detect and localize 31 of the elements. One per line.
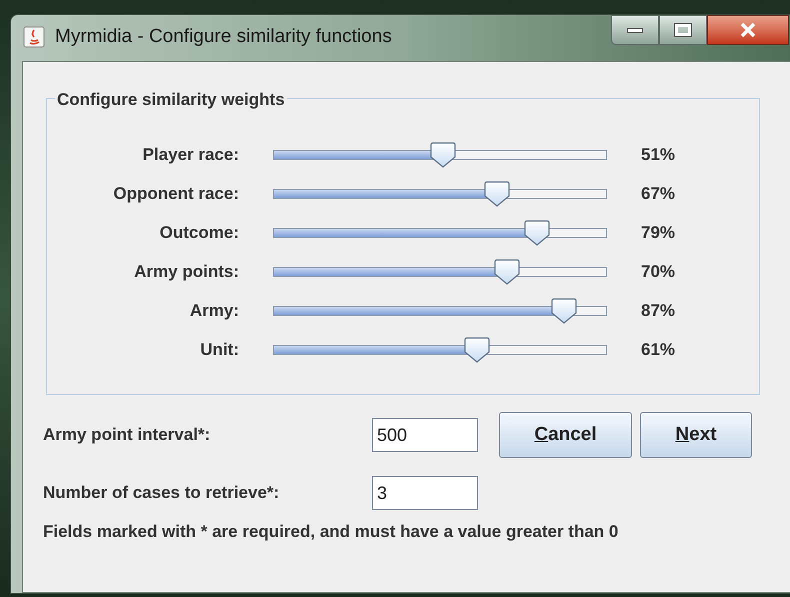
slider-label: Opponent race: bbox=[112, 182, 239, 205]
slider-label: Army points: bbox=[133, 260, 239, 283]
slider-value: 67% bbox=[641, 182, 676, 205]
required-note: Fields marked with * are required, and must have a value greater than 0 bbox=[43, 521, 620, 543]
slider-value: 79% bbox=[641, 222, 676, 244]
dialog-button[interactable]: Cancel bbox=[499, 412, 632, 458]
slider-thumb[interactable] bbox=[522, 220, 551, 246]
minimize-button[interactable] bbox=[611, 15, 659, 45]
field-label: Number of cases to retrieve*: bbox=[43, 482, 280, 504]
close-icon bbox=[739, 22, 757, 38]
input-field[interactable]: 3 bbox=[372, 476, 478, 510]
input-field[interactable]: 500 bbox=[372, 418, 478, 452]
slider-label: Player race: bbox=[142, 144, 239, 166]
slider-value: 70% bbox=[641, 260, 676, 283]
slider-thumb[interactable] bbox=[429, 142, 458, 168]
slider-value: 87% bbox=[641, 300, 676, 322]
slider-label: Outcome: bbox=[158, 222, 239, 244]
dialog-button[interactable]: Next bbox=[640, 412, 752, 458]
field-label: Army point interval*: bbox=[43, 424, 212, 446]
maximize-button[interactable] bbox=[659, 15, 707, 45]
slider-label: Unit: bbox=[199, 338, 239, 361]
slider-value: 51% bbox=[641, 144, 676, 166]
slider-value: 61% bbox=[641, 338, 676, 361]
slider-thumb[interactable] bbox=[550, 298, 578, 324]
slider-thumb[interactable] bbox=[492, 258, 521, 284]
slider-thumb[interactable] bbox=[482, 180, 511, 206]
slider-thumb[interactable] bbox=[462, 336, 491, 362]
slider-label: Army: bbox=[188, 300, 239, 322]
app-icon bbox=[23, 26, 45, 48]
window-title: Myrmidia - Configure similarity functions bbox=[55, 24, 392, 49]
close-button[interactable] bbox=[707, 15, 789, 45]
